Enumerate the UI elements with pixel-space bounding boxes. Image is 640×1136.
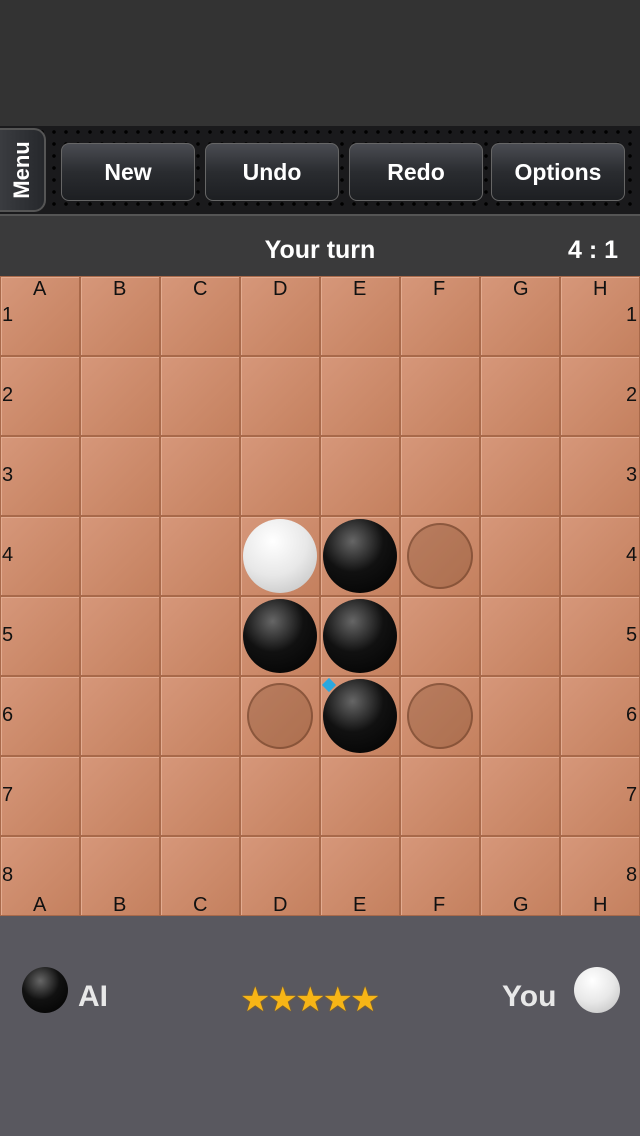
board-cell-G3[interactable] — [480, 436, 560, 516]
row-label-right: 3 — [626, 464, 638, 486]
options-button[interactable]: Options — [491, 143, 625, 201]
column-label-bottom: G — [513, 894, 529, 916]
column-label-bottom: D — [273, 894, 288, 916]
row-label-right: 2 — [626, 384, 638, 406]
column-label-top: E — [353, 278, 367, 300]
column-label-bottom: A — [33, 894, 47, 916]
board-cell-C3[interactable] — [160, 436, 240, 516]
status-bar-area — [0, 0, 640, 126]
column-label-bottom: C — [193, 894, 208, 916]
board-cell-F7[interactable] — [400, 756, 480, 836]
black-disc — [323, 599, 397, 673]
undo-button[interactable]: Undo — [205, 143, 339, 201]
row-label-left: 7 — [2, 784, 14, 806]
valid-move-hint[interactable] — [407, 523, 473, 589]
column-label-top: G — [513, 278, 529, 300]
board-cell-D7[interactable] — [240, 756, 320, 836]
black-disc — [323, 519, 397, 593]
game-board: AABBCCDDEEFFGGHH1122334455667788 — [0, 276, 640, 916]
row-label-left: 1 — [2, 304, 14, 326]
row-label-left: 6 — [2, 704, 14, 726]
board-cell-G7[interactable] — [480, 756, 560, 836]
black-disc — [243, 599, 317, 673]
board-cell-E3[interactable] — [320, 436, 400, 516]
row-label-right: 7 — [626, 784, 638, 806]
board-cell-B6[interactable] — [80, 676, 160, 756]
score: 4 : 1 — [567, 236, 618, 264]
turn-indicator: Your turn — [264, 236, 376, 264]
board-cell-G2[interactable] — [480, 356, 560, 436]
column-label-top: A — [33, 278, 47, 300]
row-label-right: 1 — [626, 304, 638, 326]
you-label: You — [502, 980, 557, 1013]
white-disc — [243, 519, 317, 593]
board-cell-C6[interactable] — [160, 676, 240, 756]
board-cell-C7[interactable] — [160, 756, 240, 836]
row-label-left: 4 — [2, 544, 14, 566]
board-cell-G4[interactable] — [480, 516, 560, 596]
new-button[interactable]: New — [61, 143, 195, 201]
row-label-right: 4 — [626, 544, 638, 566]
board-cell-B2[interactable] — [80, 356, 160, 436]
valid-move-hint[interactable] — [247, 683, 313, 749]
board-cell-B5[interactable] — [80, 596, 160, 676]
column-label-bottom: F — [433, 894, 446, 916]
board-cell-B3[interactable] — [80, 436, 160, 516]
board-cell-F3[interactable] — [400, 436, 480, 516]
column-label-top: B — [113, 278, 127, 300]
board-cell-B7[interactable] — [80, 756, 160, 836]
row-label-left: 5 — [2, 624, 14, 646]
status-bar: Your turn 4 : 1 — [0, 216, 640, 276]
ai-disc-icon — [22, 967, 68, 1013]
board-cell-C2[interactable] — [160, 356, 240, 436]
board-cell-D2[interactable] — [240, 356, 320, 436]
row-label-right: 8 — [626, 864, 638, 886]
board-cell-D3[interactable] — [240, 436, 320, 516]
board-cell-G5[interactable] — [480, 596, 560, 676]
row-label-left: 8 — [2, 864, 14, 886]
board-cell-F5[interactable] — [400, 596, 480, 676]
column-label-bottom: B — [113, 894, 127, 916]
you-disc-icon — [574, 967, 620, 1013]
column-label-top: F — [433, 278, 446, 300]
board-cell-F2[interactable] — [400, 356, 480, 436]
black-disc — [323, 679, 397, 753]
column-label-bottom: E — [353, 894, 367, 916]
column-label-top: D — [273, 278, 288, 300]
difficulty-stars: ★★★★★ — [240, 981, 380, 1019]
row-label-right: 6 — [626, 704, 638, 726]
players-panel: AI ★★★★★ You — [0, 916, 640, 1136]
board-cell-C4[interactable] — [160, 516, 240, 596]
board-cell-E7[interactable] — [320, 756, 400, 836]
column-label-top: C — [193, 278, 208, 300]
redo-button[interactable]: Redo — [349, 143, 483, 201]
board-cell-B4[interactable] — [80, 516, 160, 596]
board-cell-E2[interactable] — [320, 356, 400, 436]
board-cell-G6[interactable] — [480, 676, 560, 756]
column-label-bottom: H — [593, 894, 608, 916]
board-cell-C5[interactable] — [160, 596, 240, 676]
column-label-top: H — [593, 278, 608, 300]
row-label-left: 2 — [2, 384, 14, 406]
row-label-left: 3 — [2, 464, 14, 486]
ai-label: AI — [78, 980, 108, 1013]
valid-move-hint[interactable] — [407, 683, 473, 749]
menu-button[interactable]: Menu — [0, 128, 46, 212]
row-label-right: 5 — [626, 624, 638, 646]
